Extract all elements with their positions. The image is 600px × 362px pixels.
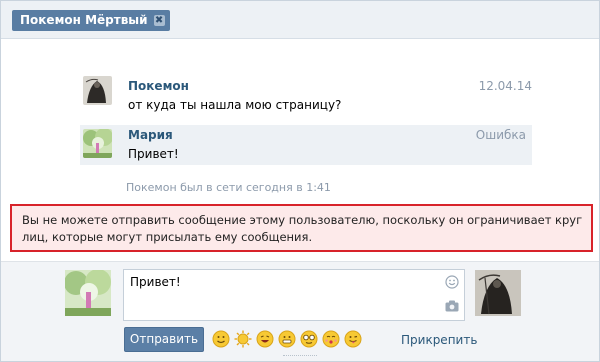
emoji-bar — [212, 330, 362, 350]
attach-link[interactable]: Прикрепить — [401, 333, 477, 347]
chat-window: Покемон Мёртвый ✖ Покемон от куда ты наш… — [0, 0, 600, 362]
message-item: Мария Привет! Ошибка — [80, 125, 532, 165]
glasses-emoji-icon[interactable] — [300, 330, 318, 348]
tab-bar: Покемон Мёртвый ✖ — [1, 1, 599, 39]
message-text: от куда ты нашла мою страницу? — [128, 98, 342, 112]
grin-emoji-icon[interactable] — [278, 330, 296, 348]
camera-icon[interactable] — [445, 300, 459, 312]
alert-text: Вы не можете отправить сообщение этому п… — [22, 213, 583, 244]
last-seen-status: Покемон был в сети сегодня в 1:41 — [126, 181, 331, 194]
laugh-emoji-icon[interactable] — [256, 330, 274, 348]
avatar[interactable] — [83, 129, 112, 158]
message-author[interactable]: Мария — [128, 128, 173, 142]
message-composer: Привет! Отправить Прикрепить — [1, 261, 599, 361]
tab-chat[interactable]: Покемон Мёртвый ✖ — [12, 10, 170, 31]
message-input[interactable]: Привет! — [123, 269, 465, 321]
peer-avatar[interactable] — [475, 270, 521, 316]
message-date: 12.04.14 — [478, 79, 532, 93]
send-button[interactable]: Отправить — [124, 327, 204, 352]
divider — [283, 355, 317, 358]
close-icon[interactable]: ✖ — [153, 15, 165, 26]
message-item: Покемон от куда ты нашла мою страницу? 1… — [80, 74, 532, 116]
avatar[interactable] — [83, 76, 112, 105]
message-error-status: Ошибка — [475, 128, 526, 142]
smile-icon[interactable] — [445, 275, 459, 289]
message-draft: Привет! — [130, 275, 181, 289]
kiss-emoji-icon[interactable] — [322, 330, 340, 348]
sun-emoji-icon[interactable] — [234, 330, 252, 348]
tab-title: Покемон Мёртвый — [20, 13, 148, 27]
my-avatar[interactable] — [65, 270, 111, 316]
tongue-emoji-icon[interactable] — [344, 330, 362, 348]
message-author[interactable]: Покемон — [128, 79, 189, 93]
message-text: Привет! — [128, 147, 179, 161]
smile-emoji-icon[interactable] — [212, 330, 230, 348]
error-alert: Вы не можете отправить сообщение этому п… — [10, 204, 593, 252]
